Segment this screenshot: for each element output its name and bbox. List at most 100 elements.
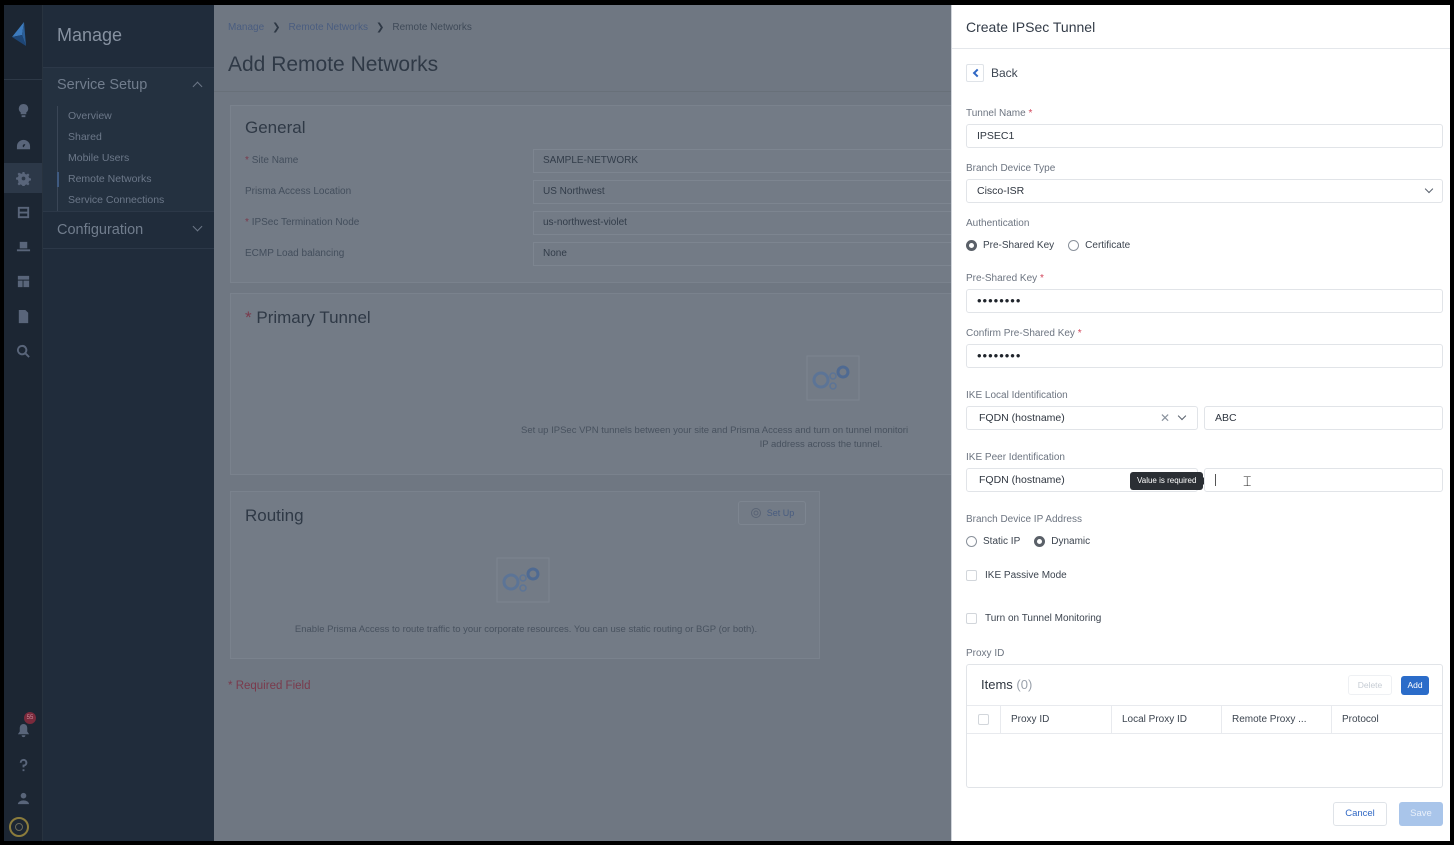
- layout-icon[interactable]: [4, 266, 42, 296]
- ike-passive-mode-checkbox[interactable]: IKE Passive Mode: [966, 570, 1067, 581]
- create-ipsec-tunnel-panel: Create IPSec Tunnel Back Tunnel Name * I…: [951, 5, 1450, 841]
- radio-certificate[interactable]: Certificate: [1068, 240, 1130, 251]
- required-marker: *: [228, 680, 233, 692]
- ike-local-value-input[interactable]: ABC: [1204, 406, 1443, 430]
- pre-shared-key-input[interactable]: ••••••••: [966, 289, 1443, 313]
- column-header-remote-proxy-id[interactable]: Remote Proxy ...: [1222, 706, 1332, 733]
- confirm-pre-shared-key-input[interactable]: ••••••••: [966, 344, 1443, 368]
- clear-icon[interactable]: ✕: [1160, 412, 1170, 424]
- nav-item-mobile-users[interactable]: Mobile Users: [58, 148, 207, 169]
- proxy-id-table: Items (0) Delete Add Proxy ID Local Prox…: [966, 664, 1443, 788]
- search-icon[interactable]: [4, 336, 42, 366]
- field-label: Site Name: [251, 155, 299, 166]
- user-icon[interactable]: [4, 783, 42, 813]
- tunnel-monitoring-checkbox[interactable]: Turn on Tunnel Monitoring: [966, 613, 1101, 624]
- chevron-down-icon[interactable]: [192, 221, 203, 232]
- authentication-label: Authentication: [966, 218, 1030, 229]
- gear-icon: [750, 508, 761, 518]
- tunnel-name-label: Tunnel Name: [966, 108, 1026, 119]
- notification-badge: 55: [24, 712, 36, 724]
- nav-item-shared[interactable]: Shared: [58, 127, 207, 148]
- branch-device-type-select[interactable]: Cisco-ISR: [966, 179, 1443, 203]
- breadcrumb-remote-networks[interactable]: Remote Networks: [289, 22, 368, 33]
- select-all-checkbox[interactable]: [967, 706, 1001, 733]
- chevron-up-icon[interactable]: [192, 81, 203, 92]
- panels-icon[interactable]: [4, 197, 42, 227]
- branch-device-type-label: Branch Device Type: [966, 163, 1056, 174]
- page-title: Add Remote Networks: [228, 53, 439, 76]
- column-header-local-proxy-id[interactable]: Local Proxy ID: [1112, 706, 1222, 733]
- field-label: ECMP Load balancing: [245, 248, 345, 259]
- nav-item-remote-networks[interactable]: Remote Networks: [57, 169, 207, 190]
- breadcrumb-manage[interactable]: Manage: [228, 22, 264, 33]
- help-icon[interactable]: [4, 750, 42, 780]
- routing-setup-button[interactable]: Set Up: [738, 501, 806, 525]
- required-marker: *: [245, 155, 249, 166]
- proxy-id-label: Proxy ID: [966, 648, 1005, 659]
- cancel-button[interactable]: Cancel: [1333, 802, 1387, 826]
- site-name-input[interactable]: SAMPLE-NETWORK: [533, 149, 973, 173]
- laptop-icon[interactable]: [4, 231, 42, 261]
- breadcrumb-separator-icon: ❯: [272, 22, 281, 33]
- lightbulb-icon[interactable]: [4, 95, 42, 125]
- ike-peer-type-select[interactable]: FQDN (hostname) Value is required: [966, 468, 1208, 492]
- back-button[interactable]: Back: [966, 64, 1018, 82]
- divider: [952, 48, 1450, 49]
- gears-illustration-icon: [496, 557, 550, 603]
- nav-tree: Overview Shared Mobile Users Remote Netw…: [57, 106, 207, 211]
- nav-item-service-connections[interactable]: Service Connections: [58, 190, 207, 211]
- delete-button[interactable]: Delete: [1348, 675, 1392, 695]
- required-marker: *: [245, 217, 249, 228]
- gears-illustration-icon: [806, 355, 860, 401]
- gear-icon[interactable]: [4, 163, 42, 193]
- tunnel-name-input[interactable]: IPSEC1: [966, 124, 1443, 148]
- general-title: General: [245, 118, 306, 137]
- required-marker: *: [1077, 328, 1082, 339]
- nav-section-header[interactable]: Configuration: [57, 222, 143, 238]
- radio-static-ip[interactable]: Static IP: [966, 536, 1020, 547]
- ecmp-load-balancing-select[interactable]: None: [533, 242, 973, 266]
- nav-section-configuration: Configuration: [43, 213, 215, 249]
- column-header-proxy-id[interactable]: Proxy ID: [1001, 706, 1112, 733]
- logo-icon[interactable]: [10, 21, 34, 47]
- prisma-access-location-select[interactable]: US Northwest: [533, 180, 973, 204]
- ike-peer-type-value: FQDN (hostname): [979, 474, 1065, 486]
- branch-device-ip-label: Branch Device IP Address: [966, 514, 1082, 525]
- nav-section-header[interactable]: Service Setup: [57, 77, 147, 93]
- ike-local-identification-label: IKE Local Identification: [966, 390, 1068, 401]
- divider: [214, 91, 951, 92]
- ibeam-cursor-icon: ⌶: [1243, 473, 1252, 489]
- chevron-down-icon: [1177, 411, 1187, 421]
- add-button[interactable]: Add: [1401, 676, 1429, 695]
- save-button[interactable]: Save: [1399, 802, 1443, 826]
- column-header-protocol[interactable]: Protocol: [1332, 706, 1442, 733]
- required-marker: *: [1028, 108, 1033, 119]
- app-window: 55 Manage Service Setup Overview Shared …: [4, 5, 1450, 841]
- checkbox-label: Turn on Tunnel Monitoring: [985, 613, 1102, 624]
- ipsec-termination-node-select[interactable]: us-northwest-violet: [533, 211, 973, 235]
- radio-label: Static IP: [983, 536, 1021, 547]
- bell-icon[interactable]: 55: [4, 712, 42, 745]
- breadcrumb-current: Remote Networks: [392, 22, 472, 33]
- back-label: Back: [991, 66, 1018, 80]
- field-ipsec-termination-node: * IPSec Termination Node us-northwest-vi…: [245, 211, 973, 235]
- radio-dynamic[interactable]: Dynamic: [1034, 536, 1090, 547]
- ike-peer-value-input[interactable]: ⌶: [1204, 468, 1443, 492]
- panel-title: Create IPSec Tunnel: [966, 19, 1096, 35]
- settings-ring-icon[interactable]: [9, 817, 29, 837]
- branch-device-type-value: Cisco-ISR: [977, 185, 1025, 197]
- main-content: Manage ❯ Remote Networks ❯ Remote Networ…: [214, 5, 973, 841]
- chevron-left-icon: [966, 64, 984, 82]
- dashboard-icon[interactable]: [4, 129, 42, 159]
- rail-divider: [4, 79, 42, 80]
- ike-local-type-select[interactable]: FQDN (hostname) ✕: [966, 406, 1198, 430]
- ike-peer-identification-label: IKE Peer Identification: [966, 452, 1065, 463]
- required-field-note: Required Field: [235, 680, 311, 692]
- nav-item-overview[interactable]: Overview: [58, 106, 207, 127]
- radio-pre-shared-key[interactable]: Pre-Shared Key: [966, 240, 1054, 251]
- document-icon[interactable]: [4, 301, 42, 331]
- primary-tunnel-title: Primary Tunnel: [256, 308, 371, 327]
- breadcrumb: Manage ❯ Remote Networks ❯ Remote Networ…: [228, 22, 472, 33]
- icon-rail: 55: [4, 5, 42, 841]
- routing-card: Routing Set Up Enable Prisma Access to r…: [230, 491, 820, 659]
